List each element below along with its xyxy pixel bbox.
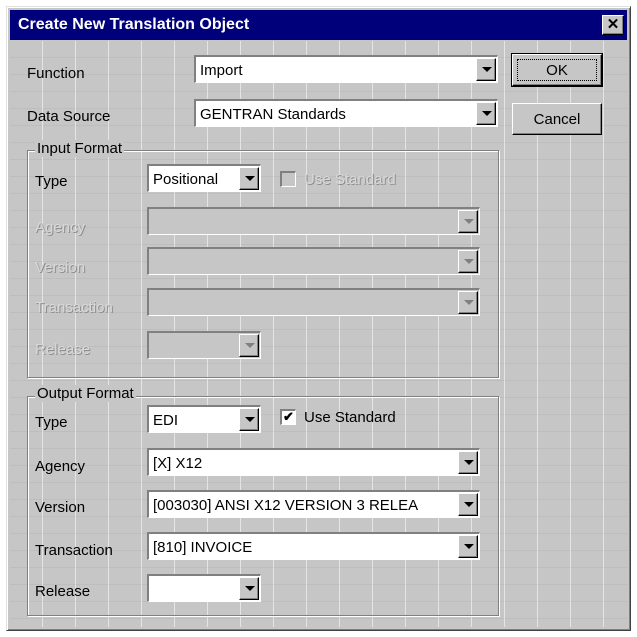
output-type-dropdown-arrow-icon[interactable] <box>239 408 259 431</box>
output-release-dropdown-arrow-icon[interactable] <box>239 577 259 600</box>
function-value: Import <box>200 62 243 79</box>
input-type-dropdown-arrow-icon[interactable] <box>239 167 259 190</box>
checkmark-icon: ✔ <box>283 409 294 424</box>
input-version-label: Version <box>35 259 86 276</box>
ok-button-label: OK <box>546 62 568 79</box>
output-version-label: Version <box>35 499 86 516</box>
input-type-label: Type <box>35 173 68 190</box>
output-format-legend: Output Format <box>35 385 136 402</box>
input-release-dropdown-arrow-icon[interactable] <box>239 334 259 357</box>
output-type-label: Type <box>35 414 68 431</box>
output-agency-combo[interactable]: [X] X12 <box>147 448 480 476</box>
input-transaction-label: Transaction <box>35 299 113 316</box>
input-agency-dropdown-arrow-icon[interactable] <box>458 210 478 233</box>
input-version-combo[interactable] <box>147 247 480 275</box>
ok-button[interactable]: OK <box>511 53 603 87</box>
output-type-value: EDI <box>153 412 179 429</box>
output-type-combo[interactable]: EDI <box>147 405 261 433</box>
function-dropdown-arrow-icon[interactable] <box>476 58 496 81</box>
output-release-combo[interactable] <box>147 574 261 602</box>
data-source-combo[interactable]: GENTRAN Standards <box>194 99 498 127</box>
output-agency-value: [X] X12 <box>153 455 203 472</box>
dialog-window: Create New Translation Object ✕ Function… <box>6 6 631 631</box>
input-transaction-combo[interactable] <box>147 288 480 316</box>
output-use-standard-checkbox[interactable]: ✔ <box>280 409 296 425</box>
output-transaction-combo[interactable]: [810] INVOICE <box>147 532 480 560</box>
output-agency-dropdown-arrow-icon[interactable] <box>458 451 478 474</box>
input-version-dropdown-arrow-icon[interactable] <box>458 250 478 273</box>
input-format-legend: Input Format <box>35 140 125 157</box>
input-use-standard-checkbox[interactable] <box>280 171 296 187</box>
cancel-button[interactable]: Cancel <box>512 103 602 135</box>
output-version-dropdown-arrow-icon[interactable] <box>458 493 478 516</box>
close-icon: ✕ <box>606 16 620 33</box>
input-type-combo[interactable]: Positional <box>147 164 261 192</box>
input-transaction-dropdown-arrow-icon[interactable] <box>458 291 478 314</box>
input-agency-label: Agency <box>35 219 86 236</box>
title-bar[interactable]: Create New Translation Object ✕ <box>10 10 627 40</box>
data-source-dropdown-arrow-icon[interactable] <box>476 102 496 125</box>
output-version-value: [003030] ANSI X12 VERSION 3 RELEA <box>153 497 419 514</box>
close-button[interactable]: ✕ <box>602 15 624 35</box>
function-combo[interactable]: Import <box>194 55 498 83</box>
data-source-label: Data Source <box>27 108 111 125</box>
output-use-standard-label: Use Standard <box>304 409 396 426</box>
input-use-standard-label: Use Standard <box>304 171 396 188</box>
input-agency-combo[interactable] <box>147 207 480 235</box>
data-source-value: GENTRAN Standards <box>200 106 346 123</box>
output-version-combo[interactable]: [003030] ANSI X12 VERSION 3 RELEA <box>147 490 480 518</box>
output-release-label: Release <box>35 583 91 600</box>
output-agency-label: Agency <box>35 458 86 475</box>
input-type-value: Positional <box>153 171 219 188</box>
output-transaction-label: Transaction <box>35 542 113 559</box>
input-release-combo[interactable] <box>147 331 261 359</box>
output-transaction-dropdown-arrow-icon[interactable] <box>458 535 478 558</box>
dialog-title: Create New Translation Object <box>18 16 250 33</box>
output-transaction-value: [810] INVOICE <box>153 539 253 556</box>
input-release-label: Release <box>35 341 91 358</box>
function-label: Function <box>27 65 85 82</box>
cancel-button-label: Cancel <box>533 111 581 128</box>
